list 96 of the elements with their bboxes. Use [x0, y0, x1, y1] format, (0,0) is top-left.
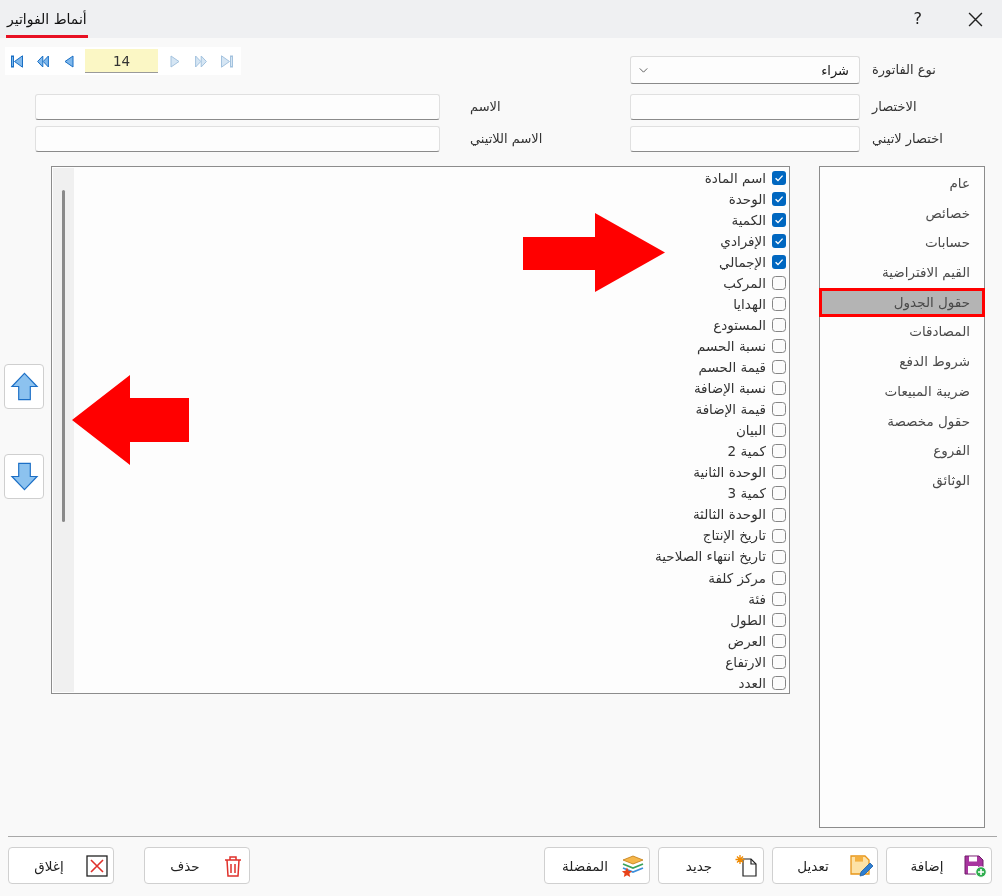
scrollbar-track[interactable] — [53, 168, 74, 692]
section-item[interactable]: الوثائق — [819, 465, 985, 496]
checkbox[interactable] — [772, 402, 786, 417]
close-icon[interactable] — [968, 11, 983, 27]
arrow-up-icon — [9, 372, 39, 401]
window-tab[interactable]: أنماط الفواتير — [6, 0, 88, 38]
delete-button[interactable]: حذف — [144, 847, 250, 884]
new-button[interactable]: جديد — [658, 847, 764, 884]
column-name: الوحدة الثالثة — [692, 506, 766, 523]
section-item[interactable]: شروط الدفع — [819, 347, 985, 377]
column-name: قيمة الإضافة — [695, 401, 766, 418]
column-name: مركز كلفة — [708, 569, 766, 586]
checkbox[interactable] — [772, 360, 786, 375]
column-name: نسبة الحسم — [697, 338, 766, 355]
checkbox[interactable] — [772, 339, 786, 354]
checkbox[interactable] — [772, 423, 786, 438]
column-name: قيمة الحسم — [698, 359, 766, 376]
checkbox[interactable] — [772, 633, 786, 648]
checkbox[interactable] — [772, 192, 786, 207]
column-name: المستودع — [713, 317, 766, 334]
text-field[interactable] — [35, 126, 440, 152]
move-up-button[interactable] — [4, 364, 44, 409]
section-item[interactable]: القيم الافتراضية — [819, 258, 985, 288]
checkbox[interactable] — [772, 528, 786, 543]
close-button[interactable]: إغلاق — [8, 847, 114, 884]
triangle-left-icon[interactable] — [63, 54, 75, 68]
checkbox[interactable] — [772, 465, 786, 480]
help-button[interactable]: ? — [913, 11, 922, 27]
favorites-button[interactable]: المفضلة — [544, 847, 650, 884]
column-name: المركب — [723, 275, 766, 292]
column-name: العدد — [738, 674, 766, 691]
chevron-down-icon — [639, 67, 648, 73]
double-triangle-left-icon[interactable] — [37, 54, 49, 68]
close-icon — [85, 853, 109, 878]
column-name: الوحدة الثانية — [693, 464, 766, 481]
section-item[interactable]: حقول الجدول — [819, 287, 985, 318]
section-item[interactable]: حسابات — [819, 228, 985, 259]
layers-star-icon — [621, 853, 645, 878]
column-name: الإفرادي — [720, 233, 766, 250]
section-item[interactable]: حقول مخصصة — [819, 406, 985, 437]
checkbox[interactable] — [772, 276, 786, 291]
column-name: الارتفاع — [725, 653, 766, 670]
checkbox[interactable] — [772, 318, 786, 333]
checkbox[interactable] — [772, 234, 786, 249]
floppy-pencil-icon — [849, 853, 873, 878]
checkbox[interactable] — [772, 591, 786, 606]
checkbox[interactable] — [772, 255, 786, 270]
column-name: العرض — [727, 632, 766, 649]
section-item[interactable]: عام — [819, 169, 985, 199]
section-item[interactable]: ضريبة المبيعات — [819, 376, 985, 407]
column-name: الوحدة — [728, 190, 766, 208]
text-field[interactable] — [630, 126, 860, 152]
column-name: الإجمالي — [718, 254, 766, 271]
checkbox[interactable] — [772, 507, 786, 522]
column-name: تاريخ الإنتاج — [702, 527, 766, 544]
section-item[interactable]: المصادقات — [819, 317, 985, 348]
column-name: الكمية — [731, 212, 766, 229]
section-item[interactable]: خصائص — [819, 198, 985, 229]
floppy-plus-icon — [963, 853, 987, 878]
checkbox[interactable] — [772, 612, 786, 627]
checkbox[interactable] — [772, 549, 786, 564]
checkbox[interactable] — [772, 675, 786, 690]
checkbox[interactable] — [772, 654, 786, 669]
column-name: كمية 2 — [727, 443, 766, 460]
field-label: اختصار لاتيني — [871, 130, 944, 149]
checkbox[interactable] — [772, 213, 786, 228]
move-down-button[interactable] — [4, 454, 44, 499]
text-field[interactable] — [35, 94, 440, 120]
field-label: الاسم — [469, 98, 502, 117]
field-label: الاختصار — [870, 98, 918, 116]
column-name: الهدايا — [733, 296, 766, 313]
column-name: البيان — [735, 422, 766, 439]
column-name: فئة — [748, 590, 766, 607]
column-name: اسم المادة — [704, 169, 766, 187]
invoice-type-dropdown[interactable]: شراء — [630, 56, 860, 84]
field-label: الاسم اللاتيني — [469, 130, 544, 149]
arrow-down-icon — [9, 462, 39, 491]
edit-button[interactable]: تعديل — [772, 847, 878, 884]
text-field[interactable] — [630, 94, 860, 120]
checkbox[interactable] — [772, 297, 786, 312]
document-sparkle-icon — [735, 853, 759, 878]
column-name: كمية 3 — [727, 485, 766, 502]
column-name: تاريخ انتهاء الصلاحية — [655, 548, 766, 565]
field-label: نوع الفاتورة — [871, 61, 937, 80]
column-name: نسبة الإضافة — [693, 380, 766, 397]
column-name: الطول — [730, 611, 766, 628]
checkbox[interactable] — [772, 171, 786, 185]
checkbox[interactable] — [772, 444, 786, 459]
checkbox[interactable] — [772, 381, 786, 396]
checkbox[interactable] — [772, 486, 786, 501]
checkbox[interactable] — [772, 570, 786, 585]
record-number-field[interactable]: 14 — [85, 49, 158, 73]
skip-back-icon[interactable] — [11, 54, 23, 68]
add-button[interactable]: إضافة — [886, 847, 992, 884]
section-item[interactable]: الفروع — [819, 436, 985, 466]
scrollbar-thumb[interactable] — [62, 190, 65, 522]
